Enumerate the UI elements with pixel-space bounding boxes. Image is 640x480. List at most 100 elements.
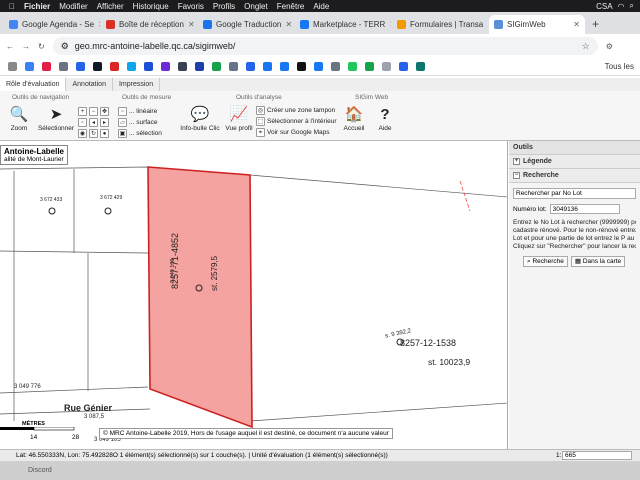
scale-input[interactable] bbox=[562, 451, 632, 460]
menu-profils[interactable]: Profils bbox=[213, 2, 235, 11]
tab-marketplace[interactable]: Marketplace - TERR✕ bbox=[295, 15, 391, 34]
tab-role-evaluation[interactable]: Rôle d'évaluation bbox=[0, 78, 67, 91]
close-icon[interactable]: ✕ bbox=[98, 20, 100, 29]
profile-view-button[interactable]: 📈 Vue profil bbox=[225, 105, 253, 139]
bookmark-icon[interactable] bbox=[314, 62, 323, 71]
help-button[interactable]: ? Aide bbox=[375, 105, 395, 139]
bookmark-icon[interactable] bbox=[178, 62, 187, 71]
bookmark-icon[interactable] bbox=[59, 62, 68, 71]
google-maps-button[interactable]: ⌖ Voir sur Google Maps bbox=[256, 128, 330, 137]
menu-modifier[interactable]: Modifier bbox=[59, 2, 87, 11]
bookmark-icon[interactable] bbox=[365, 62, 374, 71]
question-icon: ? bbox=[380, 105, 390, 123]
lot-label: 3 672 433 bbox=[40, 197, 63, 203]
tab-google-agenda[interactable]: Google Agenda - Se✕ bbox=[4, 15, 100, 34]
map-title: Antoine-Labelle bbox=[4, 147, 65, 156]
bookmark-icon[interactable] bbox=[399, 62, 408, 71]
menu-historique[interactable]: Historique bbox=[133, 2, 169, 11]
bookmark-icon[interactable] bbox=[297, 62, 306, 71]
close-icon[interactable]: ✕ bbox=[285, 20, 292, 29]
map-view[interactable]: Antoine-Labelle alité de Mont-Laurier 3 … bbox=[0, 141, 508, 449]
facebook-icon bbox=[300, 20, 309, 29]
ruler-icon: ┄ bbox=[118, 107, 127, 116]
bookmark-icon[interactable] bbox=[280, 62, 289, 71]
bookmark-icon[interactable] bbox=[212, 62, 221, 71]
lot-number-input[interactable] bbox=[549, 204, 620, 214]
buffer-button[interactable]: ◎ Créer une zone tampon bbox=[256, 106, 335, 115]
apple-icon[interactable]:  bbox=[9, 2, 15, 11]
search-icon[interactable]: ⌕ bbox=[630, 1, 634, 11]
lot-label: 3 087,5 bbox=[84, 414, 105, 420]
tab-formulaires[interactable]: Formulaires | Transa✕ bbox=[392, 15, 488, 34]
select-inside-button[interactable]: ⬚ Sélectionner à l'intérieur bbox=[256, 117, 337, 126]
tab-impression[interactable]: Impression bbox=[113, 78, 161, 91]
scale-prefix: 1: bbox=[556, 452, 562, 459]
tooltip-click-button[interactable]: 💬 Info-bulle Clic bbox=[180, 105, 220, 139]
browser-tab-strip: Google Agenda - Se✕ Boîte de réception✕ … bbox=[0, 12, 640, 34]
site-info-icon[interactable]: ⚙ bbox=[61, 41, 69, 52]
extension-icon[interactable]: ⚙ bbox=[606, 42, 613, 51]
bookmark-icon[interactable] bbox=[110, 62, 119, 71]
reload-icon[interactable]: ↻ bbox=[38, 42, 45, 51]
bookmark-icon[interactable] bbox=[195, 62, 204, 71]
tab-inbox[interactable]: Boîte de réception ✕ bbox=[101, 15, 197, 34]
in-map-button[interactable]: ▦ Dans la carte bbox=[570, 256, 626, 267]
measure-linear-button[interactable]: ┄... linéaire bbox=[118, 107, 157, 116]
tab-annotation[interactable]: Annotation bbox=[66, 78, 113, 91]
nav-extent-button[interactable]: ▫ ◂ ▸ bbox=[78, 118, 109, 127]
dock-bar: Discord bbox=[0, 461, 640, 480]
bookmark-icon[interactable] bbox=[25, 62, 34, 71]
bookmark-icon[interactable] bbox=[93, 62, 102, 71]
bookmark-icon[interactable] bbox=[229, 62, 238, 71]
bookmark-star-icon[interactable]: ☆ bbox=[582, 41, 590, 52]
close-icon[interactable]: ✕ bbox=[573, 20, 580, 29]
menu-afficher[interactable]: Afficher bbox=[97, 2, 124, 11]
nav-full-button[interactable]: ◉ ↻ ● bbox=[78, 129, 109, 138]
bookmark-icon[interactable] bbox=[42, 62, 51, 71]
measure-surface-button[interactable]: ▱... surface bbox=[118, 118, 158, 127]
home-button[interactable]: 🏠 Accueil bbox=[342, 105, 366, 139]
search-section[interactable]: − Recherche bbox=[509, 169, 640, 183]
url-text[interactable]: geo.mrc-antoine-labelle.qc.ca/sigimweb/ bbox=[75, 41, 236, 51]
bookmark-icon[interactable] bbox=[8, 62, 17, 71]
lot-main-id: 3 049 136 bbox=[170, 258, 176, 283]
tab-google-translate[interactable]: Google Traduction ✕ bbox=[198, 15, 294, 34]
bookmark-icon[interactable] bbox=[161, 62, 170, 71]
forward-icon[interactable]: → bbox=[22, 42, 30, 51]
expand-icon: + bbox=[513, 158, 520, 165]
close-icon[interactable]: ✕ bbox=[487, 20, 488, 29]
zoom-out-icon: − bbox=[89, 107, 98, 116]
nav-zoom-in-button[interactable]: + − ✥ bbox=[78, 107, 109, 116]
close-icon[interactable]: ✕ bbox=[389, 20, 391, 29]
translate-icon bbox=[203, 20, 212, 29]
scale-label-14: 14 bbox=[30, 434, 38, 441]
dock-app-label[interactable]: Discord bbox=[28, 467, 52, 474]
bookmark-icon[interactable] bbox=[348, 62, 357, 71]
wifi-icon[interactable]: ◠ bbox=[618, 2, 625, 11]
menu-fichier[interactable]: Fichier bbox=[24, 2, 50, 11]
menu-aide[interactable]: Aide bbox=[313, 2, 329, 11]
bookmark-icon[interactable] bbox=[331, 62, 340, 71]
bookmark-icon[interactable] bbox=[144, 62, 153, 71]
tab-sigimweb[interactable]: SIGimWeb ✕ bbox=[489, 15, 585, 34]
menu-favoris[interactable]: Favoris bbox=[178, 2, 204, 11]
url-field[interactable]: ⚙ geo.mrc-antoine-labelle.qc.ca/sigimweb… bbox=[52, 37, 598, 55]
bookmark-icon[interactable] bbox=[263, 62, 272, 71]
all-bookmarks-label[interactable]: Tous les bbox=[605, 62, 634, 71]
measure-selection-button[interactable]: ▣... sélection bbox=[118, 129, 162, 138]
bookmark-icon[interactable] bbox=[76, 62, 85, 71]
bookmark-icon[interactable] bbox=[382, 62, 391, 71]
bookmark-icon[interactable] bbox=[246, 62, 255, 71]
select-button[interactable]: ➤ Sélectionner bbox=[38, 105, 74, 139]
menu-onglet[interactable]: Onglet bbox=[244, 2, 268, 11]
search-type-select[interactable]: Rechercher par No Lot bbox=[513, 188, 636, 199]
search-button[interactable]: ⌕ Recherche bbox=[523, 256, 568, 267]
bookmark-icon[interactable] bbox=[416, 62, 425, 71]
bookmark-icon[interactable] bbox=[127, 62, 136, 71]
back-icon[interactable]: ← bbox=[6, 42, 14, 51]
close-icon[interactable]: ✕ bbox=[188, 20, 195, 29]
legend-section[interactable]: + Légende bbox=[509, 155, 640, 169]
zoom-button[interactable]: 🔍 Zoom bbox=[8, 105, 30, 139]
new-tab-icon[interactable]: + bbox=[592, 17, 599, 31]
menu-fenetre[interactable]: Fenêtre bbox=[277, 2, 305, 11]
